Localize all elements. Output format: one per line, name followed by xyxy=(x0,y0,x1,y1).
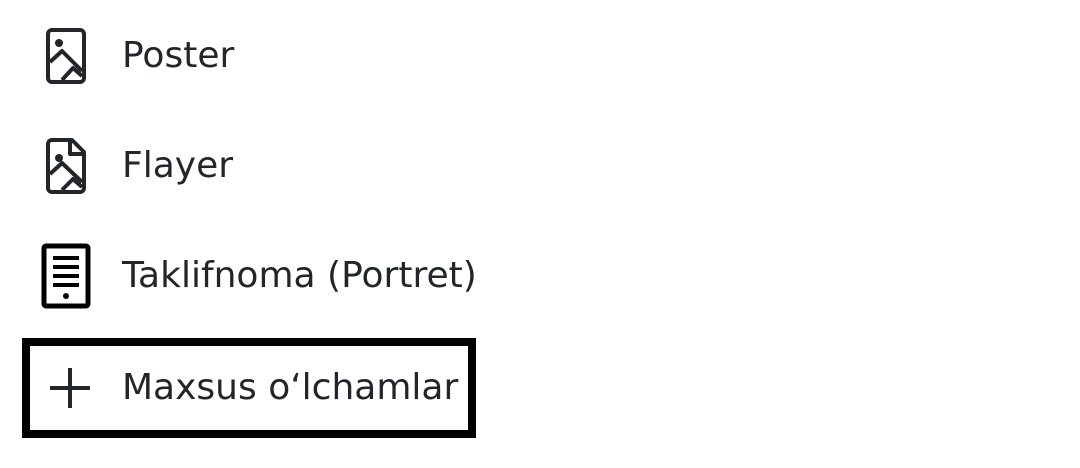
poster-image-icon xyxy=(40,20,92,92)
menu-item-taklifnoma[interactable]: Taklifnoma (Portret) xyxy=(24,230,504,322)
menu-item-flayer[interactable]: Flayer xyxy=(24,120,324,212)
flyer-image-icon xyxy=(40,130,92,202)
menu-item-custom-size[interactable]: Maxsus o‘lchamlar xyxy=(22,338,476,438)
menu-item-label: Poster xyxy=(122,35,235,76)
design-size-menu: Poster Flayer Taklifnoma (Portret) Maxsu… xyxy=(0,0,1080,468)
menu-item-poster[interactable]: Poster xyxy=(24,10,324,102)
menu-item-label: Maxsus o‘lchamlar xyxy=(122,367,459,408)
menu-item-label: Flayer xyxy=(122,145,234,186)
document-lines-icon xyxy=(40,240,92,312)
plus-icon xyxy=(44,352,96,424)
menu-item-label: Taklifnoma (Portret) xyxy=(122,255,477,296)
